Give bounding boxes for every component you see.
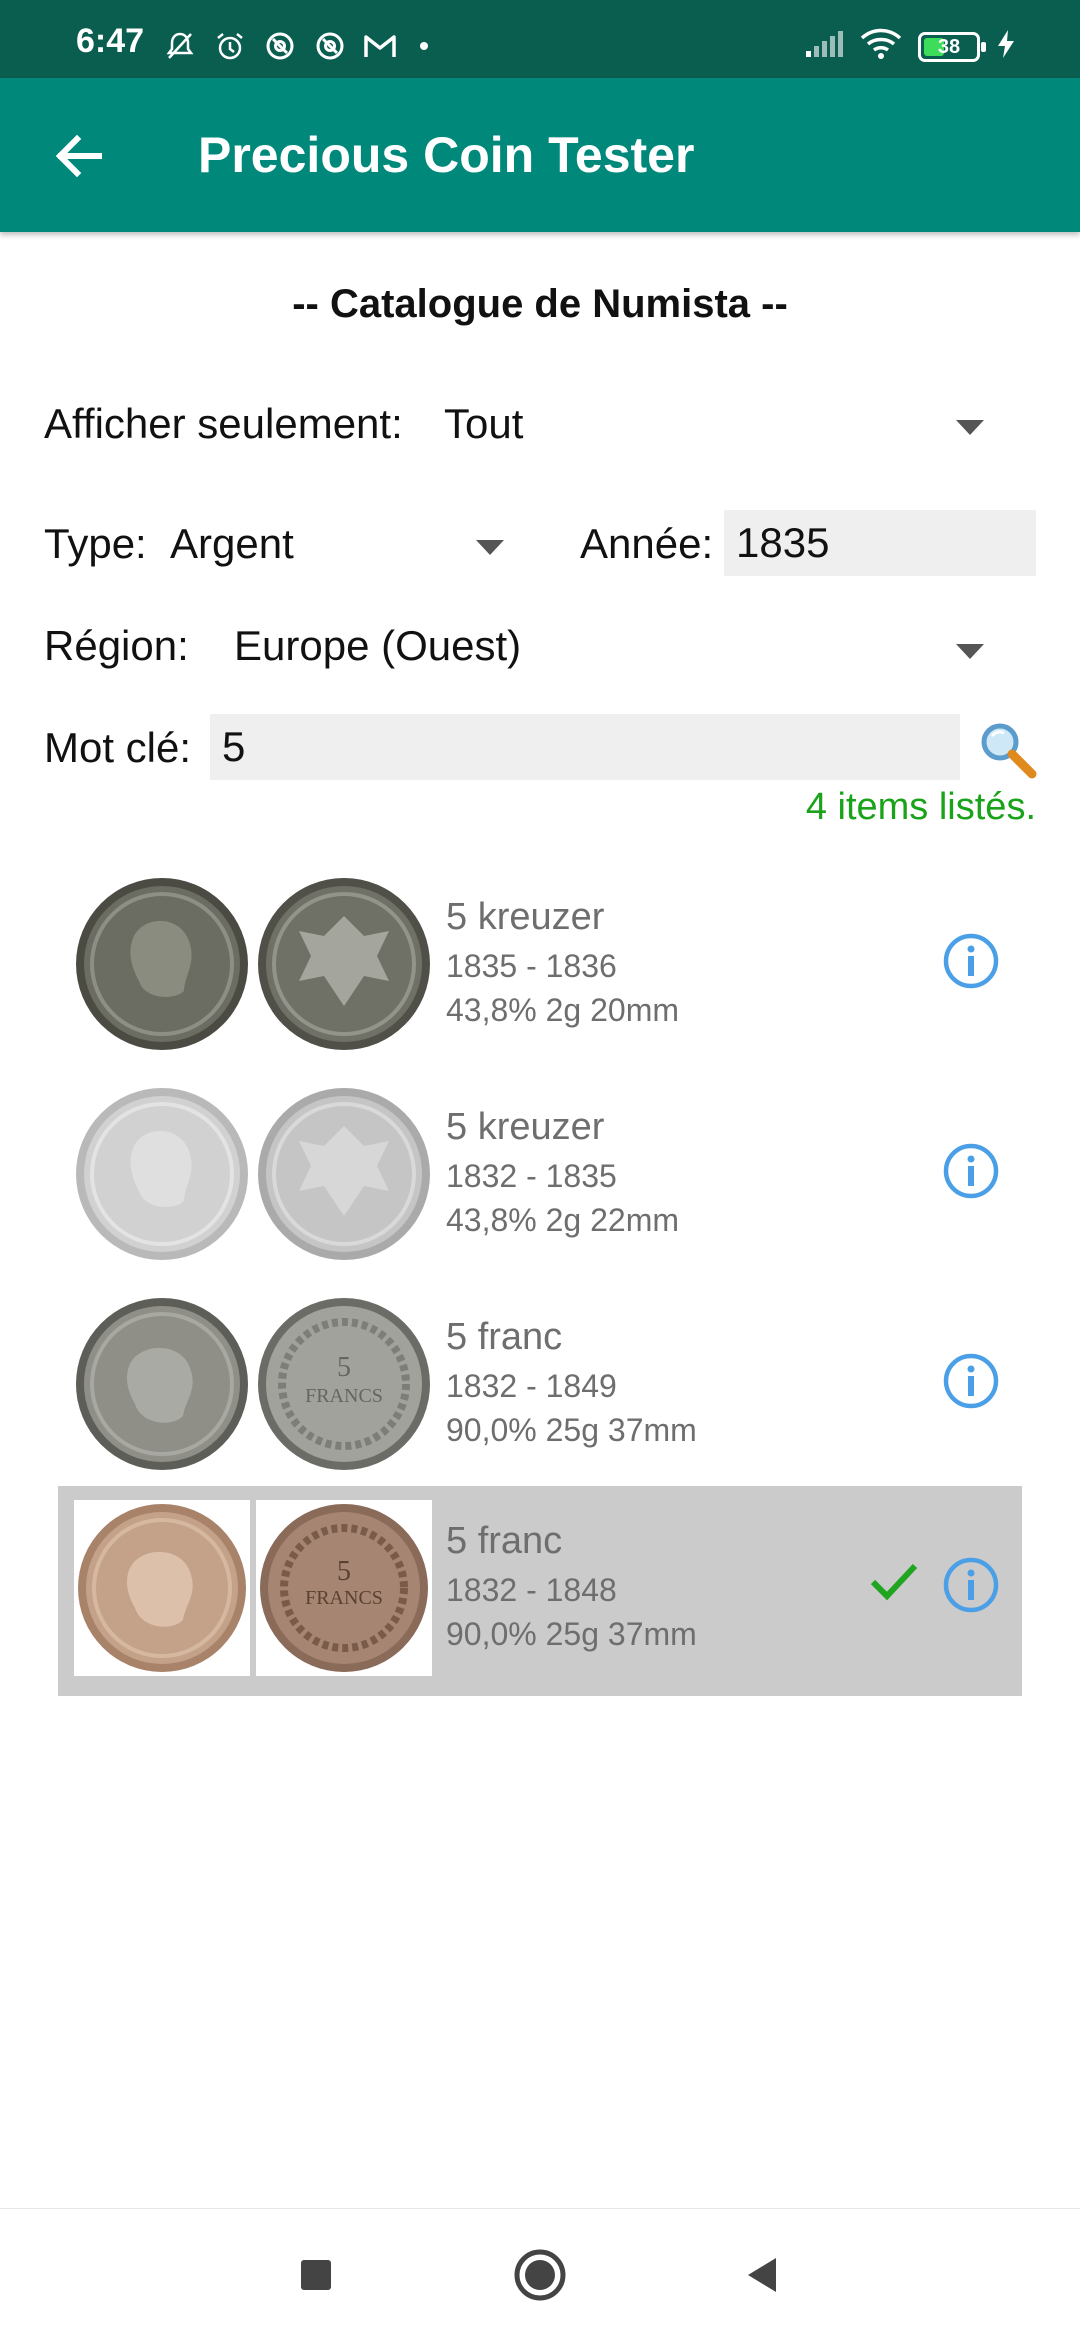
wifi-icon (860, 28, 902, 65)
chevron-down-icon (476, 540, 504, 555)
checkmark-icon (868, 1554, 920, 1606)
coin-reverse-image (258, 1088, 430, 1260)
svg-text:5: 5 (337, 1352, 351, 1383)
coin-name: 5 kreuzer (446, 896, 605, 938)
battery-icon: 38 (918, 31, 986, 62)
items-count: 4 items listés. (805, 786, 1036, 828)
status-time: 6:47 (76, 22, 145, 60)
coin-name: 5 franc (446, 1316, 563, 1358)
region-dropdown[interactable]: Région: Europe (Ouest) (0, 610, 1080, 690)
coin-name: 5 kreuzer (446, 1106, 605, 1148)
show-only-value: Tout (444, 400, 524, 447)
system-nav-bar (0, 2208, 1080, 2340)
info-button[interactable] (942, 932, 1000, 990)
battery-level: 38 (937, 35, 961, 58)
coin-years: 1832 - 1849 (446, 1368, 617, 1404)
chevron-down-icon (956, 420, 984, 435)
svg-text:FRANCS: FRANCS (305, 1385, 383, 1407)
coin-years: 1832 - 1835 (446, 1158, 617, 1194)
info-icon (943, 1143, 999, 1199)
coin-name: 5 franc (446, 1520, 563, 1562)
search-button[interactable] (978, 720, 1038, 780)
coin-years: 1832 - 1848 (446, 1572, 617, 1608)
svg-text:FRANCS: FRANCS (305, 1587, 383, 1609)
type-value: Argent (170, 520, 294, 567)
back-button[interactable] (44, 121, 114, 191)
region-label: Région: (44, 622, 189, 669)
info-icon (943, 933, 999, 989)
coin-list-item[interactable]: 5 FRANCS 5 franc 1832 - 1849 90,0% 25g 3… (58, 1282, 1022, 1492)
type-label: Type: (44, 520, 147, 567)
info-button[interactable] (942, 1142, 1000, 1200)
at-sign-icon (312, 28, 348, 64)
app-title: Precious Coin Tester (198, 127, 695, 183)
coin-obverse-image (74, 1500, 250, 1676)
region-value: Europe (Ouest) (234, 622, 522, 669)
coin-reverse-image: 5 FRANCS (258, 1298, 430, 1470)
status-system-icons: 38 (804, 28, 1016, 65)
show-only-label: Afficher seulement: (44, 400, 403, 447)
coin-reverse-image (258, 878, 430, 1050)
coin-obverse-image (76, 878, 248, 1050)
coin-obverse-image (76, 1088, 248, 1260)
alarm-icon (212, 28, 248, 64)
info-icon (943, 1557, 999, 1613)
coin-years: 1835 - 1836 (446, 948, 617, 984)
at-sign-icon (262, 28, 298, 64)
coin-specs: 43,8% 2g 22mm (446, 1202, 680, 1238)
home-circle-icon (514, 2249, 566, 2301)
coin-list-item-selected[interactable]: 5 FRANCS 5 franc 1832 - 1848 90,0% 25g 3… (58, 1486, 1022, 1696)
info-icon (943, 1353, 999, 1409)
recents-button[interactable] (288, 2247, 344, 2303)
coin-list-item[interactable]: 5 kreuzer 1835 - 1836 43,8% 2g 20mm (58, 862, 1022, 1072)
year-input[interactable]: 1835 (724, 510, 1036, 576)
year-label: Année: (580, 520, 714, 567)
back-triangle-icon (748, 2258, 776, 2292)
coin-specs: 90,0% 25g 37mm (446, 1616, 697, 1652)
chevron-down-icon (956, 644, 984, 659)
gmail-icon (362, 28, 398, 64)
keyword-input[interactable]: 5 (210, 714, 960, 780)
mute-bell-icon (162, 28, 198, 64)
coin-specs: 90,0% 25g 37mm (446, 1412, 697, 1448)
recents-square-icon (301, 2260, 331, 2290)
arrow-left-icon (55, 134, 102, 178)
coin-reverse-image: 5 FRANCS (256, 1500, 432, 1676)
coin-obverse-image (76, 1298, 248, 1470)
charging-icon (996, 29, 1016, 64)
more-notifications-dot-icon (420, 42, 428, 50)
search-icon (981, 723, 1037, 779)
signal-icon (804, 29, 844, 64)
catalog-title: -- Catalogue de Numista -- (292, 282, 788, 326)
svg-text:5: 5 (337, 1556, 351, 1587)
type-dropdown[interactable]: Argent (160, 504, 520, 584)
show-only-dropdown[interactable]: Afficher seulement: Tout (0, 386, 1080, 466)
status-bar: 6:47 38 (0, 0, 1080, 78)
app-bar: Precious Coin Tester (0, 78, 1080, 232)
info-button[interactable] (942, 1352, 1000, 1410)
coin-specs: 43,8% 2g 20mm (446, 992, 680, 1028)
home-button[interactable] (512, 2247, 568, 2303)
coin-list-item[interactable]: 5 kreuzer 1832 - 1835 43,8% 2g 22mm (58, 1072, 1022, 1282)
info-button[interactable] (942, 1556, 1000, 1614)
system-back-button[interactable] (734, 2247, 790, 2303)
keyword-label: Mot clé: (44, 724, 192, 771)
status-notification-icons (162, 28, 428, 64)
